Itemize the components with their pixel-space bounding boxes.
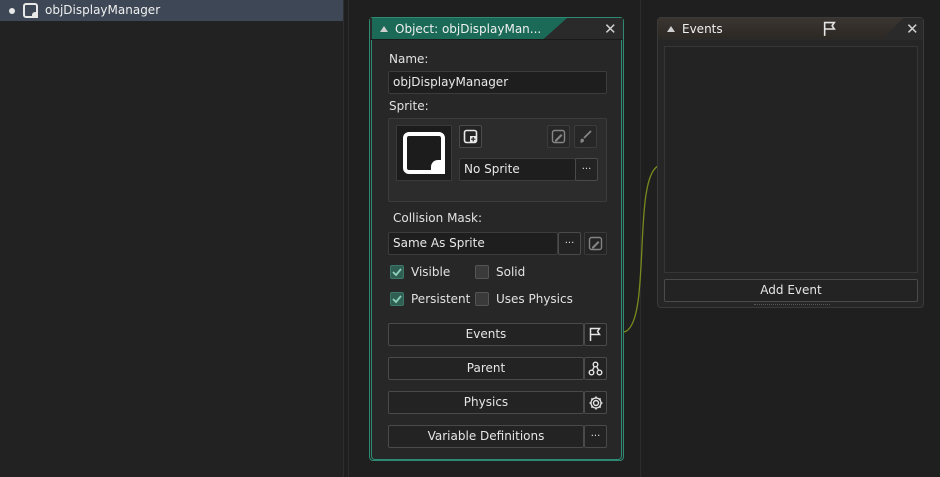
solid-checkbox[interactable]	[475, 265, 489, 279]
add-event-button[interactable]: Add Event	[664, 279, 918, 302]
object-window-body: Name: objDisplayManager Sprite: No Sprit…	[371, 40, 622, 460]
check-icon	[392, 268, 402, 277]
events-window-title: Events	[682, 22, 723, 36]
physics-button[interactable]: Physics	[388, 391, 584, 414]
visible-label: Visible	[411, 265, 451, 279]
edit-collision-mask-button[interactable]	[584, 232, 607, 255]
paint-sprite-button[interactable]	[574, 125, 597, 148]
uses-physics-label: Uses Physics	[496, 292, 573, 306]
variable-definitions-button[interactable]: Variable Definitions	[388, 425, 584, 448]
collision-mask-select[interactable]: Same As Sprite	[388, 232, 558, 255]
edit-sprite-button[interactable]	[547, 125, 570, 148]
solid-label: Solid	[496, 265, 526, 279]
object-window-titlebar[interactable]: Object: objDisplayMan... ✕	[370, 18, 623, 40]
uses-physics-checkbox[interactable]	[475, 292, 489, 306]
events-window-titlebar[interactable]: Events ✕	[658, 18, 923, 40]
close-icon[interactable]: ✕	[906, 22, 919, 37]
gear-icon	[589, 396, 602, 409]
events-window: Events ✕ Add Event	[657, 17, 924, 308]
parent-button[interactable]: Parent	[388, 357, 584, 380]
new-sprite-icon	[463, 129, 478, 144]
persistent-checkbox[interactable]	[390, 292, 404, 306]
sprite-panel: No Sprite ···	[388, 118, 607, 202]
object-window-title: Object: objDisplayMan...	[395, 22, 542, 36]
name-label: Name:	[389, 52, 429, 66]
edit-image-icon	[551, 129, 566, 144]
object-icon	[23, 3, 38, 18]
collapse-triangle-icon[interactable]	[667, 26, 675, 32]
variable-definitions-more-button[interactable]: ···	[584, 425, 607, 448]
sprite-label: Sprite:	[389, 99, 429, 113]
collision-mask-more-button[interactable]: ···	[558, 232, 581, 255]
window-link-curve	[623, 165, 659, 333]
flag-icon	[823, 21, 836, 36]
edit-image-icon	[588, 236, 603, 251]
parent-hierarchy-button[interactable]	[584, 357, 607, 380]
resize-grip[interactable]	[754, 304, 830, 307]
object-window: Object: objDisplayMan... ✕ Name: objDisp…	[369, 17, 624, 461]
hierarchy-icon	[588, 361, 603, 376]
visible-checkbox[interactable]	[390, 265, 404, 279]
brush-icon	[580, 130, 592, 143]
flag-icon	[589, 327, 601, 341]
event-list[interactable]	[664, 46, 918, 273]
new-sprite-button[interactable]	[459, 125, 482, 148]
sprite-preview[interactable]	[396, 125, 452, 181]
object-large-icon	[403, 132, 445, 174]
sprite-more-button[interactable]: ···	[575, 158, 598, 181]
close-icon[interactable]: ✕	[604, 22, 617, 37]
asset-tree-item-label: objDisplayManager	[45, 3, 161, 17]
tree-bullet-icon	[9, 8, 15, 14]
sprite-select[interactable]: No Sprite	[459, 158, 576, 181]
persistent-label: Persistent	[411, 292, 471, 306]
check-icon	[392, 295, 402, 304]
name-field[interactable]: objDisplayManager	[388, 71, 607, 94]
events-flag-button[interactable]	[584, 323, 607, 346]
workspace-divider	[348, 0, 349, 477]
asset-tree-item-objdisplaymanager[interactable]: objDisplayManager	[0, 0, 343, 21]
collapse-triangle-icon[interactable]	[380, 26, 388, 32]
events-button[interactable]: Events	[388, 323, 584, 346]
physics-settings-button[interactable]	[584, 391, 607, 414]
asset-browser: objDisplayManager	[0, 0, 344, 477]
collision-mask-label: Collision Mask:	[393, 211, 483, 225]
